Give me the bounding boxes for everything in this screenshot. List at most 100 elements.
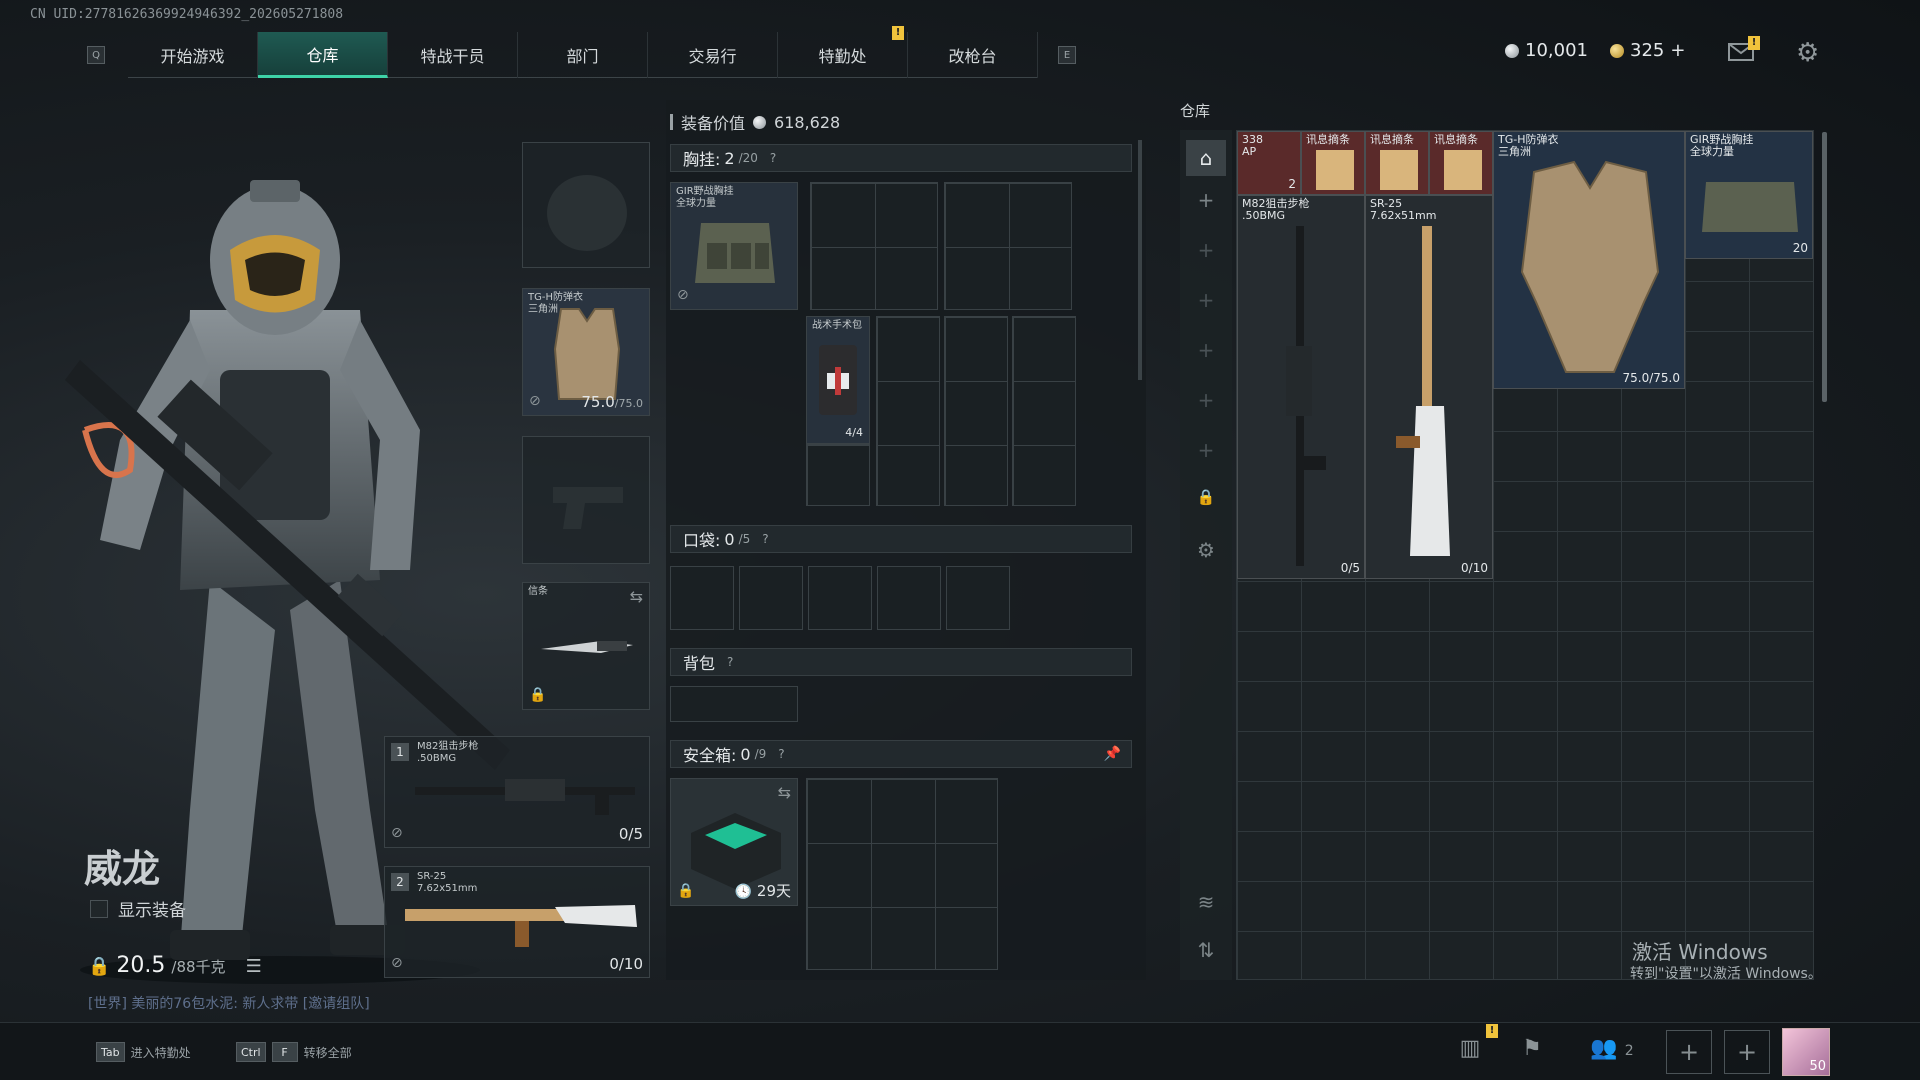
intel-item[interactable]: 讯息摘条 [1365,131,1429,195]
intel-item[interactable]: 讯息摘条 [1429,131,1493,195]
pocket-slot[interactable] [670,566,734,630]
weight-max: /88千克 [171,958,226,976]
stats-alert-badge: ! [1486,1024,1498,1038]
weapon-slot-index: 1 [391,743,409,761]
pocket-count: 0 [724,529,735,549]
help-icon[interactable]: ? [727,655,733,669]
warehouse-home-icon[interactable]: ⌂ [1186,140,1226,176]
secondary-weapon-slot[interactable]: 2 SR-25 7.62x51mm ⊘ 0/10 [384,866,650,978]
tab-department[interactable]: 部门 [518,32,648,78]
nav-next-key[interactable]: E [1058,46,1076,64]
ammo-label: 338 AP [1242,133,1263,158]
settings-gear-icon[interactable]: ⚙ [1180,538,1232,562]
chest-rig-item[interactable]: GIR野战胸挂 全球力量 20 [1685,131,1813,259]
safebox-slot[interactable]: ⇆ 🔒 🕓 29天 [670,778,798,906]
warehouse-grid[interactable]: 338 AP 2 讯息摘条 讯息摘条 讯息摘条 TG-H防弹衣 三角洲 75.0… [1236,130,1814,980]
armor-slot-label: TG-H防弹衣 三角洲 [528,292,583,315]
tab-trading[interactable]: 交易行 [648,32,778,78]
pocket-slot[interactable] [739,566,803,630]
assault-rifle-icon [1396,226,1450,556]
intel-label: 讯息摘条 [1306,133,1350,146]
help-icon[interactable]: ? [770,151,776,165]
safebox-expiry: 🕓 29天 [735,880,791,901]
gold-add-button[interactable]: + [1670,40,1685,61]
add-tab-icon[interactable]: + [1180,188,1232,212]
safebox-grid[interactable] [806,778,998,970]
tab-start-game[interactable]: 开始游戏 [128,32,258,78]
pocket-slot[interactable] [946,566,1010,630]
player-uid: CN UID:27781626369924946392_202605271808 [30,7,344,22]
ammo-count: 2 [1288,177,1296,191]
intel-item[interactable]: 讯息摘条 [1301,131,1365,195]
stats-chart-icon[interactable]: ▥ [1452,1036,1488,1066]
add-tab-icon[interactable]: + [1180,388,1232,412]
lock-icon[interactable]: 🔒 [1180,488,1232,506]
warehouse-scrollbar[interactable] [1822,132,1827,402]
world-chat-message[interactable]: [世界] 美丽的76包水泥: 新人求带 [邀请组队] [88,993,370,1013]
help-icon[interactable]: ? [778,747,784,761]
help-icon[interactable]: ? [762,532,768,546]
add-teammate-button[interactable]: + [1666,1030,1712,1074]
layers-icon[interactable]: ≋ [1180,890,1232,914]
tab-special-ops[interactable]: 特勤处 [778,32,908,78]
m82-label: M82狙击步枪 .50BMG [1242,197,1310,222]
hint-transfer-all[interactable]: Ctrl F 转移全部 [236,1042,352,1062]
rig-grid-a[interactable] [810,182,938,310]
chest-rig-slot[interactable]: GIR野战胸挂 全球力量 ⊘ [670,182,798,310]
rig-grid-e[interactable] [1012,316,1076,506]
no-trade-icon: ⊘ [391,825,403,841]
show-equipment-toggle[interactable]: 显示装备 [90,896,186,921]
medkit-item[interactable]: 战术手术包 4/4 [806,316,870,444]
add-tab-icon[interactable]: + [1180,238,1232,262]
hint-enter-special-ops[interactable]: Tab 进入特勤处 [96,1042,191,1062]
intel-label: 讯息摘条 [1370,133,1414,146]
player-avatar[interactable]: 50 [1782,1028,1830,1076]
flag-icon[interactable]: ⚑ [1514,1036,1550,1066]
loadout-scrollbar[interactable] [1138,140,1142,380]
show-equipment-checkbox[interactable] [90,899,108,918]
tab-warehouse[interactable]: 仓库 [258,32,388,78]
rig-grid-b[interactable] [944,182,1072,310]
m82-rifle-item[interactable]: M82狙击步枪 .50BMG 0/5 [1237,195,1365,579]
silver-coin-icon [1505,43,1519,58]
add-tab-icon[interactable]: + [1180,438,1232,462]
weapon1-label: M82狙击步枪 .50BMG [417,741,479,764]
weapon2-ammo: 0/10 [609,955,643,973]
clock-icon: 🕓 [734,884,753,900]
pocket-slot[interactable] [808,566,872,630]
pistol-placeholder-icon [553,487,623,529]
ammo-item[interactable]: 338 AP 2 [1237,131,1301,195]
pistol-slot[interactable] [522,436,650,564]
tab-gunsmith[interactable]: 改枪台 [908,32,1038,78]
add-tab-icon[interactable]: + [1180,288,1232,312]
rig-grid-d[interactable] [944,316,1008,506]
swap-icon[interactable]: ⇆ [778,783,791,802]
sr25-rifle-item[interactable]: SR-25 7.62x51mm 0/10 [1365,195,1493,579]
body-armor-icon [1520,160,1660,373]
weight-detail-list-icon[interactable]: ☰ [246,956,262,977]
gold-currency[interactable]: 325 + [1610,40,1685,61]
rig-grid-f[interactable] [806,444,870,506]
settings-gear-icon[interactable]: ⚙ [1796,38,1819,68]
add-tab-icon[interactable]: + [1180,338,1232,362]
rig-item-count: 20 [1792,241,1808,255]
silver-coin-icon [753,115,767,129]
tab-operators[interactable]: 特战干员 [388,32,518,78]
body-armor-item[interactable]: TG-H防弹衣 三角洲 75.0/75.0 [1493,131,1685,389]
primary-weapon-slot[interactable]: 1 M82狙击步枪 .50BMG ⊘ 0/5 [384,736,650,848]
pin-icon[interactable]: 📌 [1104,746,1121,762]
nav-prev-key[interactable]: Q [87,46,105,64]
backpack-slot[interactable] [670,686,798,722]
pocket-capacity: /5 [738,532,751,546]
add-teammate-button[interactable]: + [1724,1030,1770,1074]
helmet-slot[interactable] [522,142,650,268]
weapon-slot-index: 2 [391,873,409,891]
armor-slot[interactable]: TG-H防弹衣 三角洲 ⊘ 75.0/75.0 [522,288,650,416]
melee-slot[interactable]: 信条 ⇆ 🔒 [522,582,650,710]
pocket-slot[interactable] [877,566,941,630]
no-trade-icon: ⊘ [391,955,403,971]
rig-grid-c[interactable] [876,316,940,506]
swap-icon[interactable]: ⇆ [630,587,643,606]
sort-icon[interactable]: ⇅ [1180,938,1232,962]
friends-button[interactable]: 👥 2 [1582,1036,1642,1066]
